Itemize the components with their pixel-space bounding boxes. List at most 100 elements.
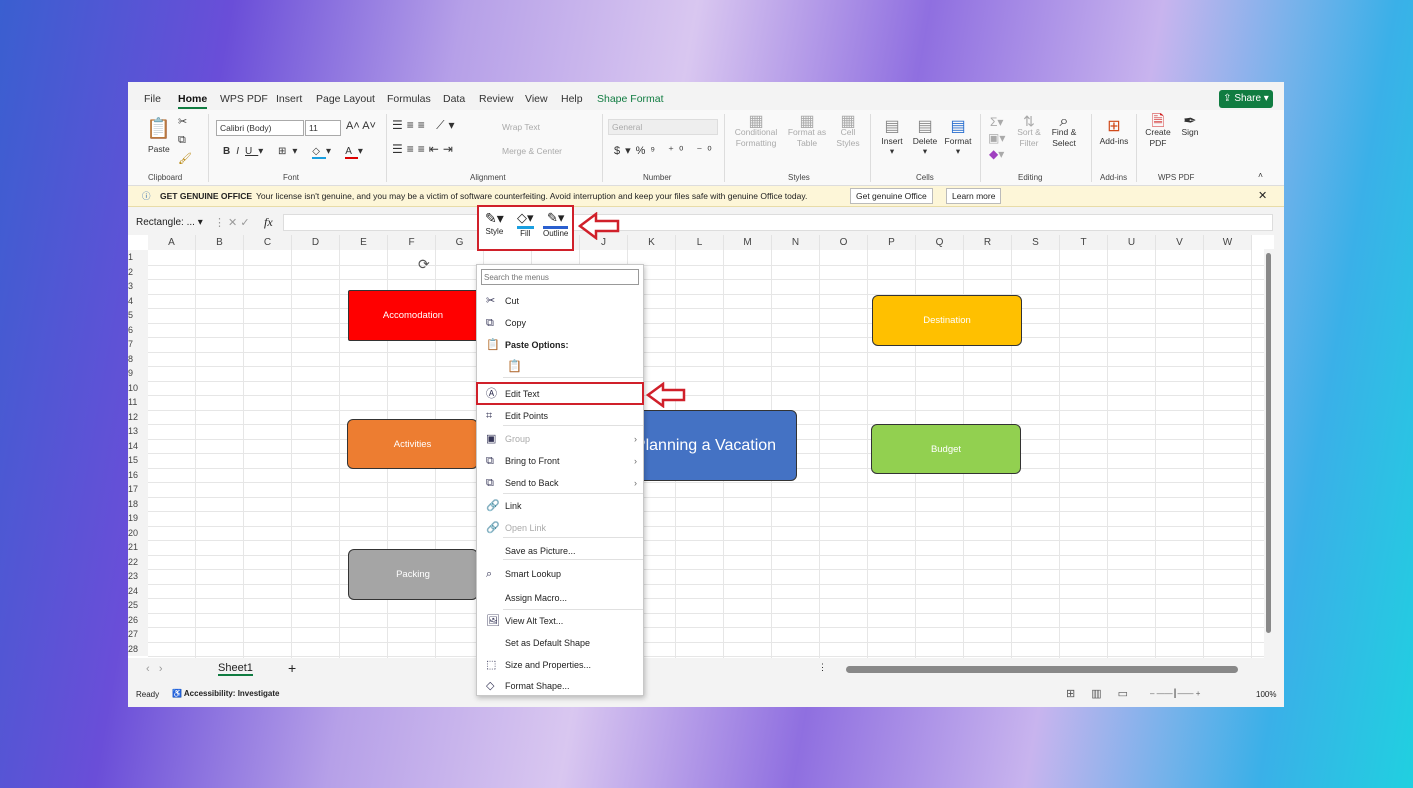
- close-icon[interactable]: ✕: [1258, 189, 1267, 202]
- menu-item-edit-points[interactable]: ⌗ Edit Points: [477, 406, 643, 426]
- row-header[interactable]: 16: [128, 467, 148, 482]
- row-header[interactable]: 1: [128, 250, 148, 265]
- column-header[interactable]: V: [1156, 235, 1204, 250]
- delete-cells-button[interactable]: ▤ Delete ▾: [909, 116, 941, 157]
- shape-destination[interactable]: Destination: [872, 295, 1022, 346]
- column-header[interactable]: M: [724, 235, 772, 250]
- zoom-level[interactable]: 100%: [1256, 690, 1276, 699]
- shape-accomodation[interactable]: Accomodation: [348, 290, 478, 341]
- horizontal-scrollbar[interactable]: [846, 666, 1238, 673]
- row-header[interactable]: 17: [128, 482, 148, 497]
- shape-activities[interactable]: Activities: [347, 419, 478, 469]
- copy-icon[interactable]: ⧉: [178, 134, 186, 147]
- shape-budget[interactable]: Budget: [871, 424, 1021, 474]
- row-header[interactable]: 20: [128, 525, 148, 540]
- format-as-table-button[interactable]: ▦ Format as Table: [785, 114, 829, 149]
- wrap-text-button[interactable]: Wrap Text: [502, 122, 540, 132]
- row-header[interactable]: 18: [128, 496, 148, 511]
- zoom-slider[interactable]: – ——┃—— +: [1150, 689, 1200, 698]
- tab-view[interactable]: View: [525, 93, 548, 105]
- column-header[interactable]: P: [868, 235, 916, 250]
- menu-item-format-shape[interactable]: ◇ Format Shape...: [477, 676, 643, 696]
- cut-icon[interactable]: ✂: [178, 115, 187, 128]
- fill-button[interactable]: ◇▾ Fill: [517, 210, 534, 238]
- font-name-select[interactable]: Calibri (Body): [216, 120, 304, 136]
- menu-item-size-and-properties[interactable]: ⬚ Size and Properties...: [477, 655, 643, 675]
- paste-option-icon[interactable]: 📋: [507, 359, 522, 373]
- collapse-ribbon-icon[interactable]: ˄: [1258, 170, 1263, 180]
- row-header[interactable]: 12: [128, 409, 148, 424]
- tab-wps-pdf[interactable]: WPS PDF: [220, 93, 268, 105]
- row-header[interactable]: 21: [128, 540, 148, 555]
- row-header[interactable]: 5: [128, 308, 148, 323]
- tab-shape-format[interactable]: Shape Format: [597, 93, 664, 105]
- row-header[interactable]: 28: [128, 641, 148, 656]
- column-header[interactable]: L: [676, 235, 724, 250]
- tab-page-layout[interactable]: Page Layout: [316, 93, 375, 105]
- row-header[interactable]: 19: [128, 511, 148, 526]
- menu-item-view-alt-text[interactable]: 🖼 View Alt Text...: [477, 611, 643, 631]
- autosum-icon[interactable]: Σ▾ ▣▾ ◆▾: [988, 114, 1005, 162]
- tab-formulas[interactable]: Formulas: [387, 93, 431, 105]
- row-header[interactable]: 4: [128, 293, 148, 308]
- sign-button[interactable]: ✒ Sign: [1176, 114, 1204, 138]
- style-button[interactable]: ✎▾ Style: [485, 210, 504, 236]
- column-header[interactable]: R: [964, 235, 1012, 250]
- paste-button[interactable]: Paste: [148, 144, 170, 154]
- column-header[interactable]: U: [1108, 235, 1156, 250]
- shape-packing[interactable]: Packing: [348, 549, 478, 600]
- row-header[interactable]: 2: [128, 264, 148, 279]
- tab-home[interactable]: Home: [178, 93, 208, 109]
- name-box[interactable]: Rectangle: ... ▾: [136, 217, 203, 228]
- format-painter-icon[interactable]: 🖌: [178, 152, 192, 165]
- menu-item-smart-lookup[interactable]: ⌕ Smart Lookup: [477, 564, 643, 584]
- menu-item-link[interactable]: 🔗 Link: [477, 496, 643, 516]
- column-header[interactable]: S: [1012, 235, 1060, 250]
- row-header[interactable]: 6: [128, 322, 148, 337]
- row-header[interactable]: 27: [128, 627, 148, 642]
- tab-file[interactable]: File: [144, 93, 161, 105]
- row-header[interactable]: 10: [128, 380, 148, 395]
- fx-icon[interactable]: fx: [264, 215, 273, 230]
- formula-input[interactable]: [283, 214, 1273, 231]
- merge-center-button[interactable]: Merge & Center: [502, 146, 562, 156]
- row-header[interactable]: 26: [128, 612, 148, 627]
- row-header[interactable]: 24: [128, 583, 148, 598]
- row-header[interactable]: 22: [128, 554, 148, 569]
- row-header[interactable]: 14: [128, 438, 148, 453]
- align-icons[interactable]: ☰≡≡ ⟋▾: [392, 118, 459, 133]
- format-cells-button[interactable]: ▤ Format ▾: [942, 116, 974, 157]
- justify-icons[interactable]: ☰≡≡⇤⇥: [392, 142, 457, 156]
- create-pdf-button[interactable]: 🗎 Create PDF: [1140, 114, 1176, 149]
- column-header[interactable]: Q: [916, 235, 964, 250]
- get-genuine-office-button[interactable]: Get genuine Office: [850, 188, 933, 204]
- column-header[interactable]: B: [196, 235, 244, 250]
- sort-filter-button[interactable]: ⇅ Sort & Filter: [1014, 114, 1044, 149]
- learn-more-button[interactable]: Learn more: [946, 188, 1002, 204]
- column-header[interactable]: N: [772, 235, 820, 250]
- row-header[interactable]: 8: [128, 351, 148, 366]
- tab-review[interactable]: Review: [479, 93, 513, 105]
- font-format-icons[interactable]: BIU▾ ⊞▾ ◇▾ A▾: [223, 146, 369, 159]
- accessibility-status[interactable]: ♿ Accessibility: Investigate: [172, 689, 279, 698]
- row-header[interactable]: 23: [128, 569, 148, 584]
- sheet-tab-sheet1[interactable]: Sheet1: [218, 662, 253, 676]
- tab-data[interactable]: Data: [443, 93, 465, 105]
- menu-item-assign-macro[interactable]: Assign Macro...: [477, 588, 643, 608]
- menu-item-set-as-default-shape[interactable]: Set as Default Shape: [477, 633, 643, 653]
- share-button[interactable]: ⇪ Share ▾: [1219, 90, 1273, 108]
- column-header[interactable]: A: [148, 235, 196, 250]
- column-header[interactable]: T: [1060, 235, 1108, 250]
- menu-item-bring-to-front[interactable]: ⧉ Bring to Front ›: [477, 451, 643, 471]
- number-format-icons[interactable]: $▾%⁹ ⁺⁰ ⁻⁰: [614, 144, 717, 157]
- menu-item-send-to-back[interactable]: ⧉ Send to Back ›: [477, 473, 643, 493]
- tab-insert[interactable]: Insert: [276, 93, 302, 105]
- row-header[interactable]: 3: [128, 279, 148, 294]
- menu-item-copy[interactable]: ⧉ Copy: [477, 313, 643, 333]
- row-header[interactable]: 25: [128, 598, 148, 613]
- vertical-scrollbar[interactable]: [1264, 249, 1274, 658]
- row-header[interactable]: 7: [128, 337, 148, 352]
- number-format-select[interactable]: General: [608, 119, 718, 135]
- sheet-nav-arrows[interactable]: ‹ ›: [146, 663, 163, 675]
- conditional-formatting-button[interactable]: ▦ Conditional Formatting: [728, 114, 784, 149]
